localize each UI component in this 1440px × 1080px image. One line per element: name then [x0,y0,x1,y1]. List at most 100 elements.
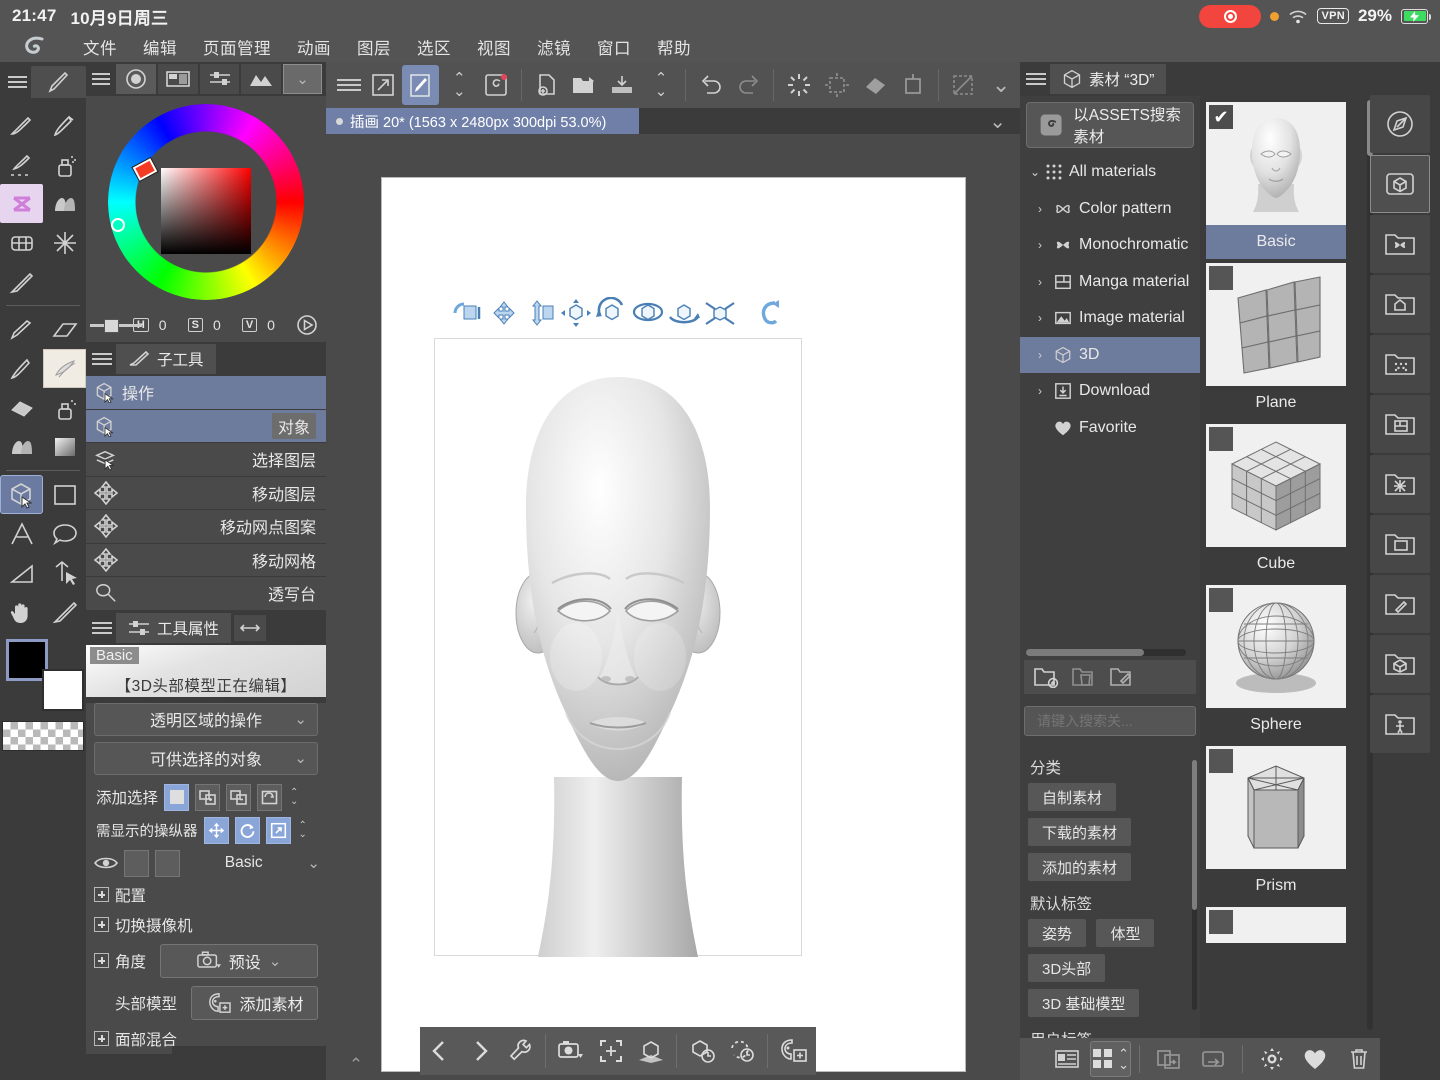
subtool-tab[interactable]: 子工具 [116,344,216,374]
favorite-icon[interactable] [1295,1041,1337,1077]
fit-screen-icon[interactable] [591,1031,631,1071]
rect-select-icon[interactable] [43,475,86,514]
balloon-icon[interactable] [43,514,86,553]
rotate-object-icon[interactable] [595,297,629,331]
next-icon[interactable] [460,1031,500,1071]
material-search-box[interactable]: ✕ [1024,706,1237,736]
tree-item-manga-material[interactable]: › Manga material [1020,264,1200,301]
background-color-swatch[interactable] [42,669,84,711]
move-manipulator-icon[interactable] [203,816,229,844]
search-input[interactable] [1037,713,1218,729]
hue-value[interactable]: 0 [159,317,178,333]
screen-record-icon[interactable] [1199,4,1262,28]
add-head-icon[interactable] [773,1031,813,1071]
rotate-y-icon[interactable] [631,297,665,331]
add-selection-icon[interactable] [195,783,221,811]
menu-icon[interactable] [1026,70,1046,88]
gradient-icon[interactable] [43,427,86,466]
chevron-down-icon[interactable]: ⌄ [283,64,322,94]
material-checkbox[interactable] [1209,910,1233,934]
add-head-material-button[interactable]: 添加素材 [191,985,318,1020]
canvas-viewport[interactable] [326,134,1020,1075]
list-view-icon[interactable] [1046,1041,1088,1077]
subtool-item-operation[interactable]: 操作 [86,376,326,410]
fullscreen-icon[interactable] [364,65,402,105]
deselect-icon[interactable] [944,65,982,105]
expander-switch-camera[interactable]: 切换摄像机 [86,910,326,940]
delete-icon[interactable] [1338,1041,1380,1077]
menu-item-edit[interactable]: 编辑 [130,33,190,61]
link-icon[interactable] [234,614,267,641]
navigator-icon[interactable] [1370,95,1430,153]
pencil-icon[interactable] [43,106,86,145]
text-icon[interactable] [0,514,43,553]
material-checkbox[interactable]: ✔ [1209,105,1233,129]
move-object-icon[interactable] [559,297,593,331]
chevron-down-icon[interactable]: ⌄ [1030,165,1040,179]
layer-checkbox-1[interactable] [124,849,149,877]
saturation-value-square[interactable] [161,168,251,254]
plane-thumb[interactable] [1206,263,1346,386]
select-all-icon[interactable] [818,65,856,105]
crop-icon[interactable] [894,65,932,105]
new-selection-icon[interactable] [164,783,190,811]
cube-thumb[interactable] [1206,424,1346,547]
transparent-area-operation-button[interactable]: 透明区域的操作 ⌄ [94,702,318,736]
dots-folder-icon[interactable] [1370,335,1430,393]
chevron-down-icon[interactable]: ⌄ [982,65,1020,105]
tree-item-all-materials[interactable]: ⌄ All materials [1020,154,1200,191]
next-material-thumb[interactable] [1206,907,1346,943]
airbrush-icon[interactable] [43,145,86,184]
eyedropper-icon[interactable] [0,262,43,301]
subtool-item-select-layer[interactable]: 选择图层 [86,443,326,477]
material-checkbox[interactable] [1209,427,1233,451]
tag-self-made[interactable]: 自制素材 [1028,783,1117,811]
open-file-icon[interactable] [566,65,604,105]
menu-item-help[interactable]: 帮助 [644,33,704,61]
eraser-icon[interactable] [43,310,86,349]
eye-icon[interactable] [94,855,118,871]
reset-object-icon[interactable] [682,1031,722,1071]
tag-3d-base-model[interactable]: 3D 基础模型 [1028,989,1140,1017]
material-3d-tab[interactable]: 素材 “3D” [1050,64,1167,94]
material-card-basic[interactable]: ✔ Basic [1206,102,1346,259]
subtract-selection-icon[interactable] [226,783,252,811]
rotate-z-icon[interactable] [667,297,701,331]
tree-item-download[interactable]: › Download [1020,373,1200,410]
fill-icon[interactable] [0,388,43,427]
material-card-plane[interactable]: Plane [1206,263,1346,420]
brush-size-icon[interactable] [401,65,440,105]
manga-folder-icon[interactable] [1370,395,1430,453]
material-checkbox[interactable] [1209,588,1233,612]
menu-icon[interactable] [326,65,364,105]
tag-downloaded[interactable]: 下载的素材 [1028,818,1132,846]
rotate-manipulator-icon[interactable] [234,816,260,844]
material-card-sphere[interactable]: Sphere [1206,585,1346,742]
chevron-right-icon[interactable]: › [1038,202,1047,216]
mesh-icon[interactable] [0,223,43,262]
tool-property-tab[interactable]: 工具属性 [116,612,232,643]
color-wheel-tab[interactable] [116,64,157,94]
reset-rotation-icon[interactable] [722,1031,762,1071]
head-model-thumb[interactable]: ✔ [1206,102,1346,225]
canvas-paper[interactable] [381,178,965,1075]
tree-item-image-material[interactable]: › Image material [1020,300,1200,337]
menu-icon[interactable] [8,73,28,91]
menu-item-window[interactable]: 窗口 [584,33,644,61]
material-checkbox[interactable] [1209,749,1233,773]
grid-view-icon[interactable]: ⌃ ⌄ [1089,1041,1132,1077]
new-folder-icon[interactable] [1030,666,1064,688]
menu-item-file[interactable]: 文件 [70,33,130,61]
document-tab[interactable]: 插画 20* (1563 x 2480px 300dpi 53.0%) [326,108,639,134]
tag-scrollbar[interactable] [1192,760,1197,1010]
settings-icon[interactable] [1251,1041,1293,1077]
clip-studio-paint-logo[interactable] [22,35,48,59]
effect-folder-icon[interactable] [1370,455,1430,513]
sparkle-icon[interactable] [43,223,86,262]
tree-item-monochromatic[interactable]: › Monochromatic [1020,227,1200,264]
menu-item-view[interactable]: 视图 [464,33,524,61]
object-3d-icon[interactable] [0,475,43,514]
layer-checkbox-2[interactable] [155,849,180,877]
tree-item-3d[interactable]: › 3D [1020,336,1200,373]
image-folder-icon[interactable] [1370,515,1430,573]
